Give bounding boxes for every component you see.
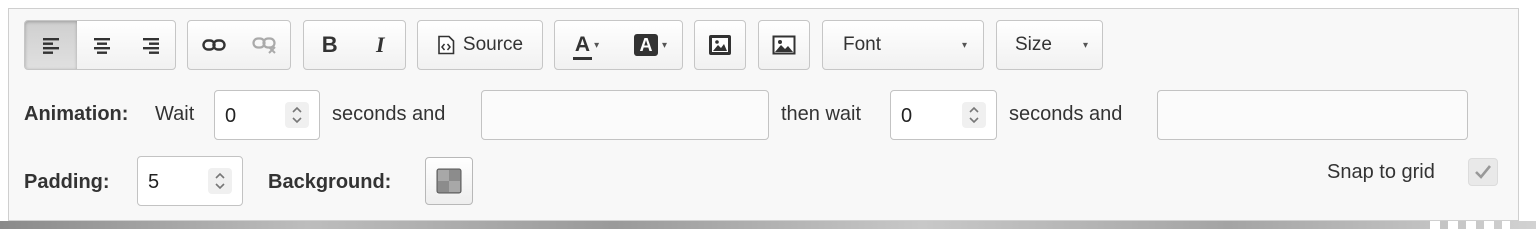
padding-value: 5	[148, 171, 160, 193]
insert-image-button[interactable]	[758, 20, 810, 70]
unlink-icon	[252, 37, 276, 54]
bg-color-button[interactable]: A ▾	[619, 21, 682, 69]
animation-label: Animation:	[24, 103, 129, 125]
chevron-down-icon: ▾	[961, 39, 967, 51]
bold-label: B	[321, 32, 338, 57]
snap-to-grid-label: Snap to grid	[1327, 161, 1435, 183]
bg-color-icon: A	[633, 34, 658, 56]
source-button[interactable]: Source	[417, 20, 543, 70]
align-left-icon	[43, 38, 59, 54]
text-color-button[interactable]: A ▾	[555, 21, 619, 69]
italic-button[interactable]: I	[355, 21, 405, 69]
font-select[interactable]: Font ▾	[822, 20, 984, 70]
then-wait-seconds-value: 0	[901, 105, 913, 127]
link-button[interactable]	[188, 21, 240, 69]
text-color-label: A	[574, 33, 591, 56]
stepper-arrows-icon[interactable]	[285, 102, 309, 128]
chevron-down-icon: ▾	[661, 39, 668, 51]
align-center-button[interactable]	[77, 21, 127, 69]
background-label: Background:	[268, 171, 392, 193]
text-color-icon: A	[572, 33, 593, 60]
background-color-button[interactable]	[425, 157, 473, 205]
size-select[interactable]: Size ▾	[996, 20, 1103, 70]
then-wait-seconds-input[interactable]: 0	[890, 90, 997, 140]
transparent-swatch-icon	[436, 168, 462, 194]
chevron-down-icon: ▾	[594, 39, 600, 51]
align-center-icon	[94, 38, 110, 54]
size-select-label: Size	[1015, 34, 1052, 55]
wait-label: Wait	[155, 103, 195, 125]
checkmark-icon	[1475, 165, 1492, 179]
seconds-and-label-2: seconds and	[1009, 103, 1123, 125]
framed-image-icon	[709, 35, 731, 55]
animation-effect-input-2[interactable]	[1157, 90, 1468, 140]
unlink-button[interactable]	[240, 21, 290, 69]
background-image-strip-highlight	[1430, 221, 1510, 229]
image-frame-button[interactable]	[694, 20, 746, 70]
align-right-icon	[143, 38, 159, 54]
snap-to-grid-checkbox[interactable]	[1468, 158, 1498, 186]
align-right-button[interactable]	[127, 21, 175, 69]
stepper-arrows-icon[interactable]	[208, 168, 232, 194]
then-wait-label: then wait	[781, 103, 862, 125]
italic-label: I	[375, 32, 385, 57]
chevron-down-icon: ▾	[1082, 39, 1088, 51]
link-icon	[202, 39, 226, 51]
bg-color-label: A	[639, 34, 653, 55]
padding-input[interactable]: 5	[137, 156, 243, 206]
format-group: B I	[303, 20, 406, 70]
image-icon	[772, 35, 796, 55]
align-left-button[interactable]	[25, 21, 77, 69]
link-group	[187, 20, 291, 70]
animation-effect-input-1[interactable]	[481, 90, 769, 140]
bold-button[interactable]: B	[304, 21, 355, 69]
seconds-and-label-1: seconds and	[332, 103, 446, 125]
padding-label: Padding:	[24, 171, 110, 193]
wait-seconds-value: 0	[225, 105, 237, 127]
color-group: A ▾ A ▾	[554, 20, 683, 70]
source-code-icon	[438, 35, 455, 55]
stepper-arrows-icon[interactable]	[962, 102, 986, 128]
alignment-group	[24, 20, 176, 70]
wait-seconds-input[interactable]: 0	[214, 90, 320, 140]
text-color-underline	[572, 57, 593, 60]
source-label: Source	[462, 34, 524, 55]
font-select-label: Font	[843, 34, 882, 55]
background-image-strip	[0, 221, 1536, 229]
